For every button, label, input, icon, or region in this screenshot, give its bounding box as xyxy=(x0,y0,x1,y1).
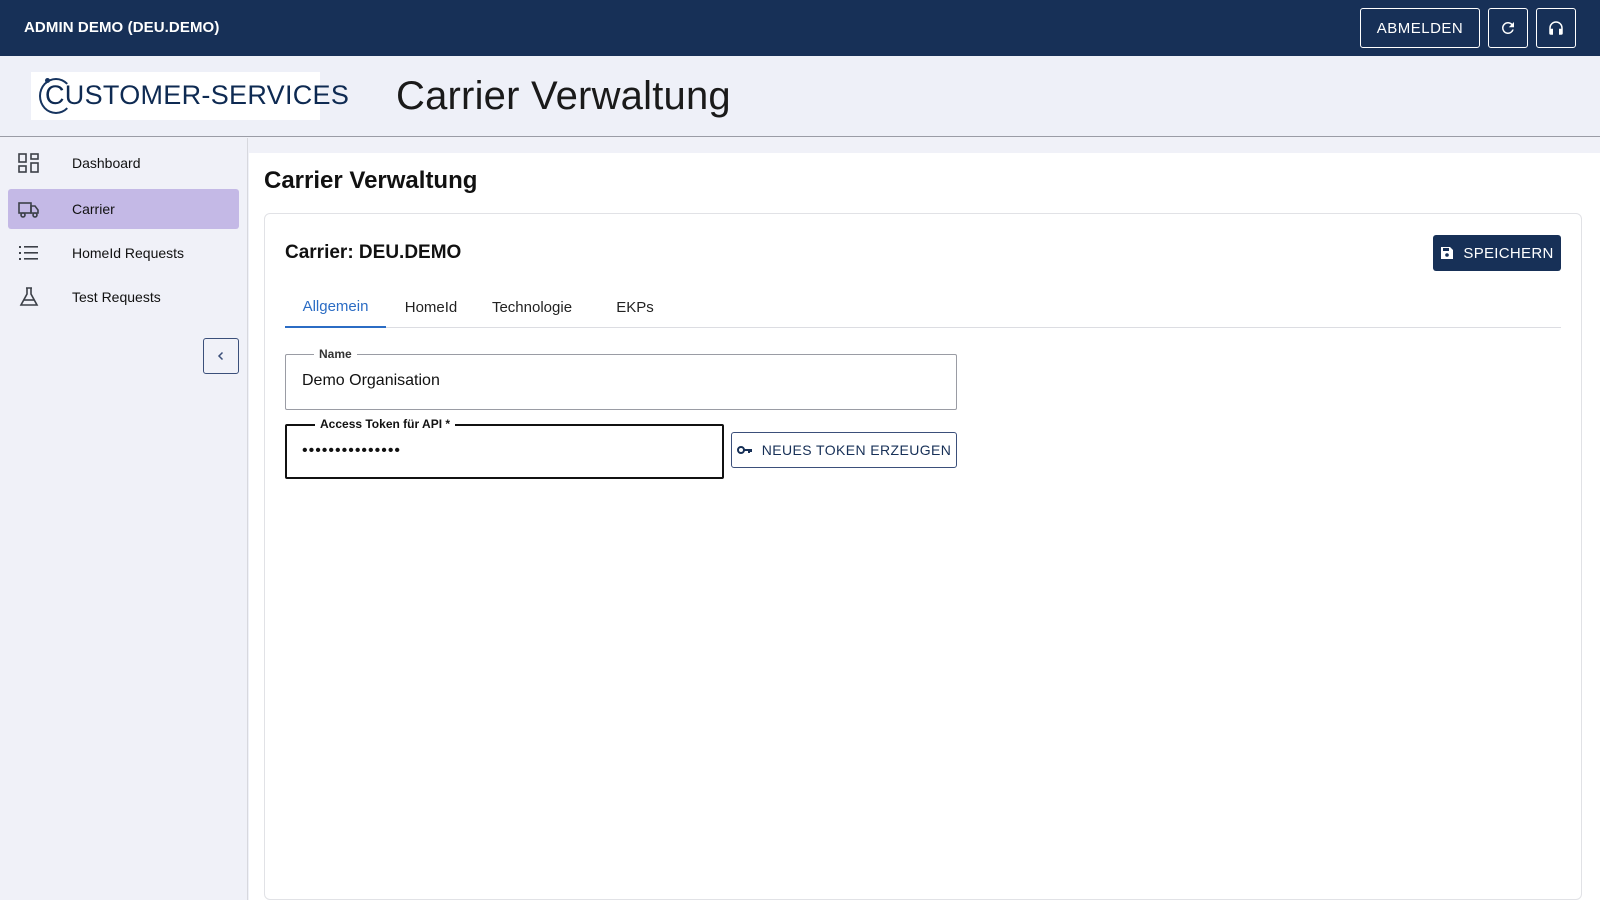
flask-icon xyxy=(19,287,39,306)
main-title: Carrier Verwaltung xyxy=(264,167,478,194)
key-icon xyxy=(736,446,752,454)
name-field-value: Demo Organisation xyxy=(302,372,440,389)
tab-technologie[interactable]: Technologie xyxy=(476,286,588,328)
tab-allgemein[interactable]: Allgemein xyxy=(285,286,386,328)
dashboard-icon xyxy=(18,153,39,173)
tab-ekps[interactable]: EKPs xyxy=(595,286,675,328)
generate-token-button[interactable]: NEUES TOKEN ERZEUGEN xyxy=(731,432,957,468)
save-icon xyxy=(1441,247,1454,259)
sidebar-item-carrier[interactable]: Carrier xyxy=(8,189,239,229)
sidebar-item-homeid-requests[interactable]: HomeId Requests xyxy=(8,233,239,273)
collapse-sidebar-button[interactable] xyxy=(203,338,239,374)
generate-token-label: NEUES TOKEN ERZEUGEN xyxy=(761,442,952,458)
sidebar-item-label: Dashboard xyxy=(72,155,141,171)
user-label: ADMIN DEMO (DEU.DEMO) xyxy=(24,19,220,36)
logo-text: CUSTOMER-SERVICES xyxy=(45,80,350,110)
carrier-card: Carrier: DEU.DEMO SPEICHERN Allgemein Ho… xyxy=(264,213,1582,900)
chevron-left-icon xyxy=(217,351,224,361)
main-content: Carrier Verwaltung Carrier: DEU.DEMO SPE… xyxy=(249,153,1600,900)
page-heading: Carrier Verwaltung xyxy=(396,74,731,118)
support-button[interactable] xyxy=(1536,8,1576,48)
card-title: Carrier: DEU.DEMO xyxy=(285,242,462,263)
truck-icon xyxy=(18,202,39,218)
name-field-label: Name xyxy=(314,347,357,361)
tab-bar: Allgemein HomeId Technologie EKPs xyxy=(285,286,1561,328)
save-button-label: SPEICHERN xyxy=(1463,244,1554,262)
refresh-icon xyxy=(1501,21,1514,34)
save-button[interactable]: SPEICHERN xyxy=(1433,235,1561,271)
headset-icon xyxy=(1549,21,1563,35)
refresh-button[interactable] xyxy=(1488,8,1528,48)
logo: CUSTOMER-SERVICES xyxy=(31,72,349,120)
access-token-field[interactable]: Access Token für API * ••••••••••••••• xyxy=(285,417,724,479)
access-token-value: ••••••••••••••• xyxy=(302,442,402,459)
tab-homeid[interactable]: HomeId xyxy=(386,286,476,328)
header: CUSTOMER-SERVICES Carrier Verwaltung xyxy=(0,56,1600,137)
sidebar-item-label: Carrier xyxy=(72,201,115,217)
sidebar-item-label: HomeId Requests xyxy=(72,245,185,261)
sidebar-item-test-requests[interactable]: Test Requests xyxy=(8,277,239,317)
access-token-label: Access Token für API * xyxy=(315,417,456,431)
top-bar: ADMIN DEMO (DEU.DEMO) ABMELDEN xyxy=(0,0,1600,56)
name-field[interactable]: Name Demo Organisation xyxy=(285,347,957,410)
sidebar-item-label: Test Requests xyxy=(72,289,161,305)
list-icon xyxy=(19,246,38,260)
sidebar-item-dashboard[interactable]: Dashboard xyxy=(8,143,239,183)
logout-button[interactable]: ABMELDEN xyxy=(1360,8,1480,48)
sidebar: Dashboard Carrier HomeId Requests Test R… xyxy=(0,138,248,900)
